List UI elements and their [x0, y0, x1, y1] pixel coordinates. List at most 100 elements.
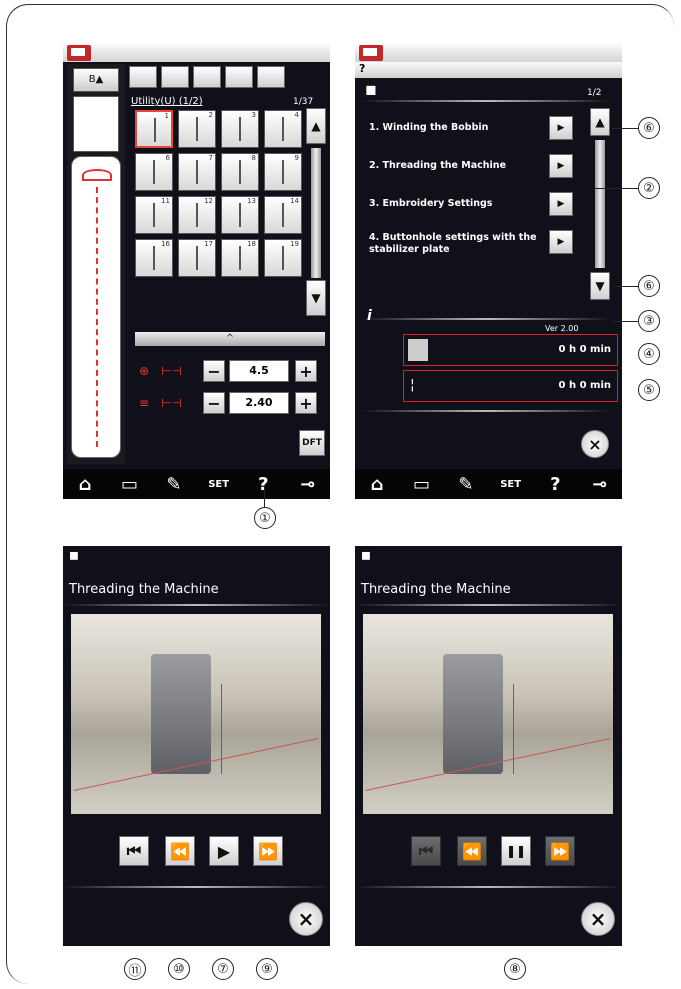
- stitch-cell[interactable]: 6: [135, 153, 173, 191]
- width-plus-button[interactable]: +: [295, 360, 317, 382]
- key-icon[interactable]: ⊸: [298, 474, 318, 495]
- width-minus-button[interactable]: −: [203, 360, 225, 382]
- close-button[interactable]: ×: [581, 430, 609, 458]
- top-bar: [63, 44, 330, 62]
- stitch-cell[interactable]: 3: [221, 110, 259, 148]
- screen-video-paused: ◼ Threading the Machine ⏮ ⏪ ❚❚ ⏩ ×: [355, 546, 622, 946]
- width-value: 4.5: [229, 360, 289, 382]
- forward-button[interactable]: ⏩: [253, 836, 283, 866]
- callout-8: ⑧: [504, 958, 526, 980]
- key-icon[interactable]: ⊸: [590, 474, 610, 495]
- scroll-up-button[interactable]: ▲: [306, 108, 326, 144]
- video-list: 1. Winding the Bobbin ▶ 2. Threading the…: [355, 108, 622, 308]
- video-item-label[interactable]: 4. Buttonhole settings with the stabiliz…: [369, 232, 537, 256]
- screen-utility: B▲ Utility(U) (1/2) 1/37 1 2 3 4 6 7 8 9…: [63, 44, 330, 499]
- help-icon[interactable]: ?: [545, 474, 565, 495]
- rewind-button[interactable]: ⏪: [165, 836, 195, 866]
- play-video-button[interactable]: ▶: [549, 116, 573, 140]
- length-scale-icon: ⊢⊣: [161, 396, 182, 410]
- version-label: Ver 2.00: [545, 324, 579, 333]
- skip-start-button[interactable]: ⏮: [411, 836, 441, 866]
- mode-button-1[interactable]: [129, 66, 157, 88]
- dft-button[interactable]: DFT: [299, 430, 325, 456]
- stitch-cell[interactable]: 4: [264, 110, 302, 148]
- stitch-cell[interactable]: 7: [178, 153, 216, 191]
- width-icon: ⊕: [139, 364, 150, 378]
- length-icon: ≡: [139, 396, 150, 410]
- length-value: 2.40: [229, 392, 289, 414]
- width-row: ⊕ ⊢⊣ − 4.5 +: [139, 360, 329, 384]
- screen-icon[interactable]: ▭: [120, 474, 140, 495]
- needle-icon: ¦: [410, 377, 415, 393]
- presser-foot-icon: [73, 96, 119, 152]
- stitch-cell[interactable]: 2: [178, 110, 216, 148]
- play-button[interactable]: ▶: [209, 836, 239, 866]
- needle-time-row: ¦ 0 h 0 min: [403, 370, 618, 402]
- rewind-button[interactable]: ⏪: [457, 836, 487, 866]
- mode-button-2[interactable]: [161, 66, 189, 88]
- set-icon[interactable]: SET: [500, 479, 521, 490]
- forward-button[interactable]: ⏩: [545, 836, 575, 866]
- stitch-cell[interactable]: 12: [178, 196, 216, 234]
- scroll-down-button[interactable]: ▼: [590, 272, 610, 300]
- home-icon[interactable]: ⌂: [367, 474, 387, 495]
- stitch-cell[interactable]: 1: [135, 110, 173, 148]
- video-item-label[interactable]: 2. Threading the Machine: [369, 160, 506, 171]
- close-button[interactable]: ×: [289, 902, 323, 936]
- callout-6: ⑥: [638, 117, 660, 139]
- play-video-button[interactable]: ▶: [549, 192, 573, 216]
- bottom-bar: ⌂ ▭ ✎ SET ? ⊸: [63, 469, 330, 499]
- pause-button[interactable]: ❚❚: [501, 836, 531, 866]
- stitch-cell[interactable]: 16: [135, 239, 173, 277]
- screen-icon[interactable]: ▭: [412, 474, 432, 495]
- mode-button-4[interactable]: [225, 66, 253, 88]
- width-scale-icon: ⊢⊣: [161, 364, 182, 378]
- callout-1: ①: [254, 507, 276, 529]
- scroll-track[interactable]: [595, 140, 605, 268]
- scroll-track[interactable]: [311, 148, 321, 278]
- stitch-cell[interactable]: 9: [264, 153, 302, 191]
- stitch-cell[interactable]: 8: [221, 153, 259, 191]
- callout-10: ⑩: [168, 958, 190, 980]
- play-video-button[interactable]: ▶: [549, 230, 573, 254]
- set-icon[interactable]: SET: [208, 479, 229, 490]
- video-item-label[interactable]: 1. Winding the Bobbin: [369, 122, 488, 133]
- collapse-bar[interactable]: ^: [135, 332, 325, 346]
- home-icon[interactable]: ⌂: [75, 474, 95, 495]
- left-pane: B▲: [67, 64, 125, 464]
- screen-video-playing: ◼ Threading the Machine ⏮ ⏪ ▶ ⏩ ×: [63, 546, 330, 946]
- video-frame: [71, 614, 321, 814]
- help-page: 1/2: [587, 88, 602, 98]
- machine-icon: [408, 339, 428, 361]
- close-button[interactable]: ×: [581, 902, 615, 936]
- length-plus-button[interactable]: +: [295, 392, 317, 414]
- video-frame: [363, 614, 613, 814]
- stitch-cell[interactable]: 18: [221, 239, 259, 277]
- motor-time: 0 h 0 min: [558, 344, 611, 355]
- video-title: Threading the Machine: [69, 582, 219, 597]
- top-bar: [355, 44, 622, 62]
- mode-button-5[interactable]: [257, 66, 285, 88]
- skip-start-button[interactable]: ⏮: [119, 836, 149, 866]
- video-item-label[interactable]: 3. Embroidery Settings: [369, 198, 492, 209]
- movie-icon: ◼: [69, 548, 79, 562]
- mode-button-3[interactable]: [193, 66, 221, 88]
- stitch-cell[interactable]: 11: [135, 196, 173, 234]
- mode-toolbar: [129, 66, 319, 90]
- play-video-button[interactable]: ▶: [549, 154, 573, 178]
- foot-tab[interactable]: B▲: [73, 68, 119, 92]
- callout-6: ⑥: [638, 275, 660, 297]
- stitch-cell[interactable]: 19: [264, 239, 302, 277]
- stitch-cell[interactable]: 13: [221, 196, 259, 234]
- movie-icon: ◼: [365, 82, 377, 98]
- motor-time-row: 0 h 0 min: [403, 334, 618, 366]
- scroll-up-button[interactable]: ▲: [590, 108, 610, 136]
- folder-icon[interactable]: ✎: [164, 474, 184, 495]
- callout-2: ②: [638, 177, 660, 199]
- scroll-down-button[interactable]: ▼: [306, 280, 326, 316]
- stitch-cell[interactable]: 17: [178, 239, 216, 277]
- folder-icon[interactable]: ✎: [456, 474, 476, 495]
- length-minus-button[interactable]: −: [203, 392, 225, 414]
- stitch-cell[interactable]: 14: [264, 196, 302, 234]
- screen-help: ? ◼ 1/2 1. Winding the Bobbin ▶ 2. Threa…: [355, 44, 622, 499]
